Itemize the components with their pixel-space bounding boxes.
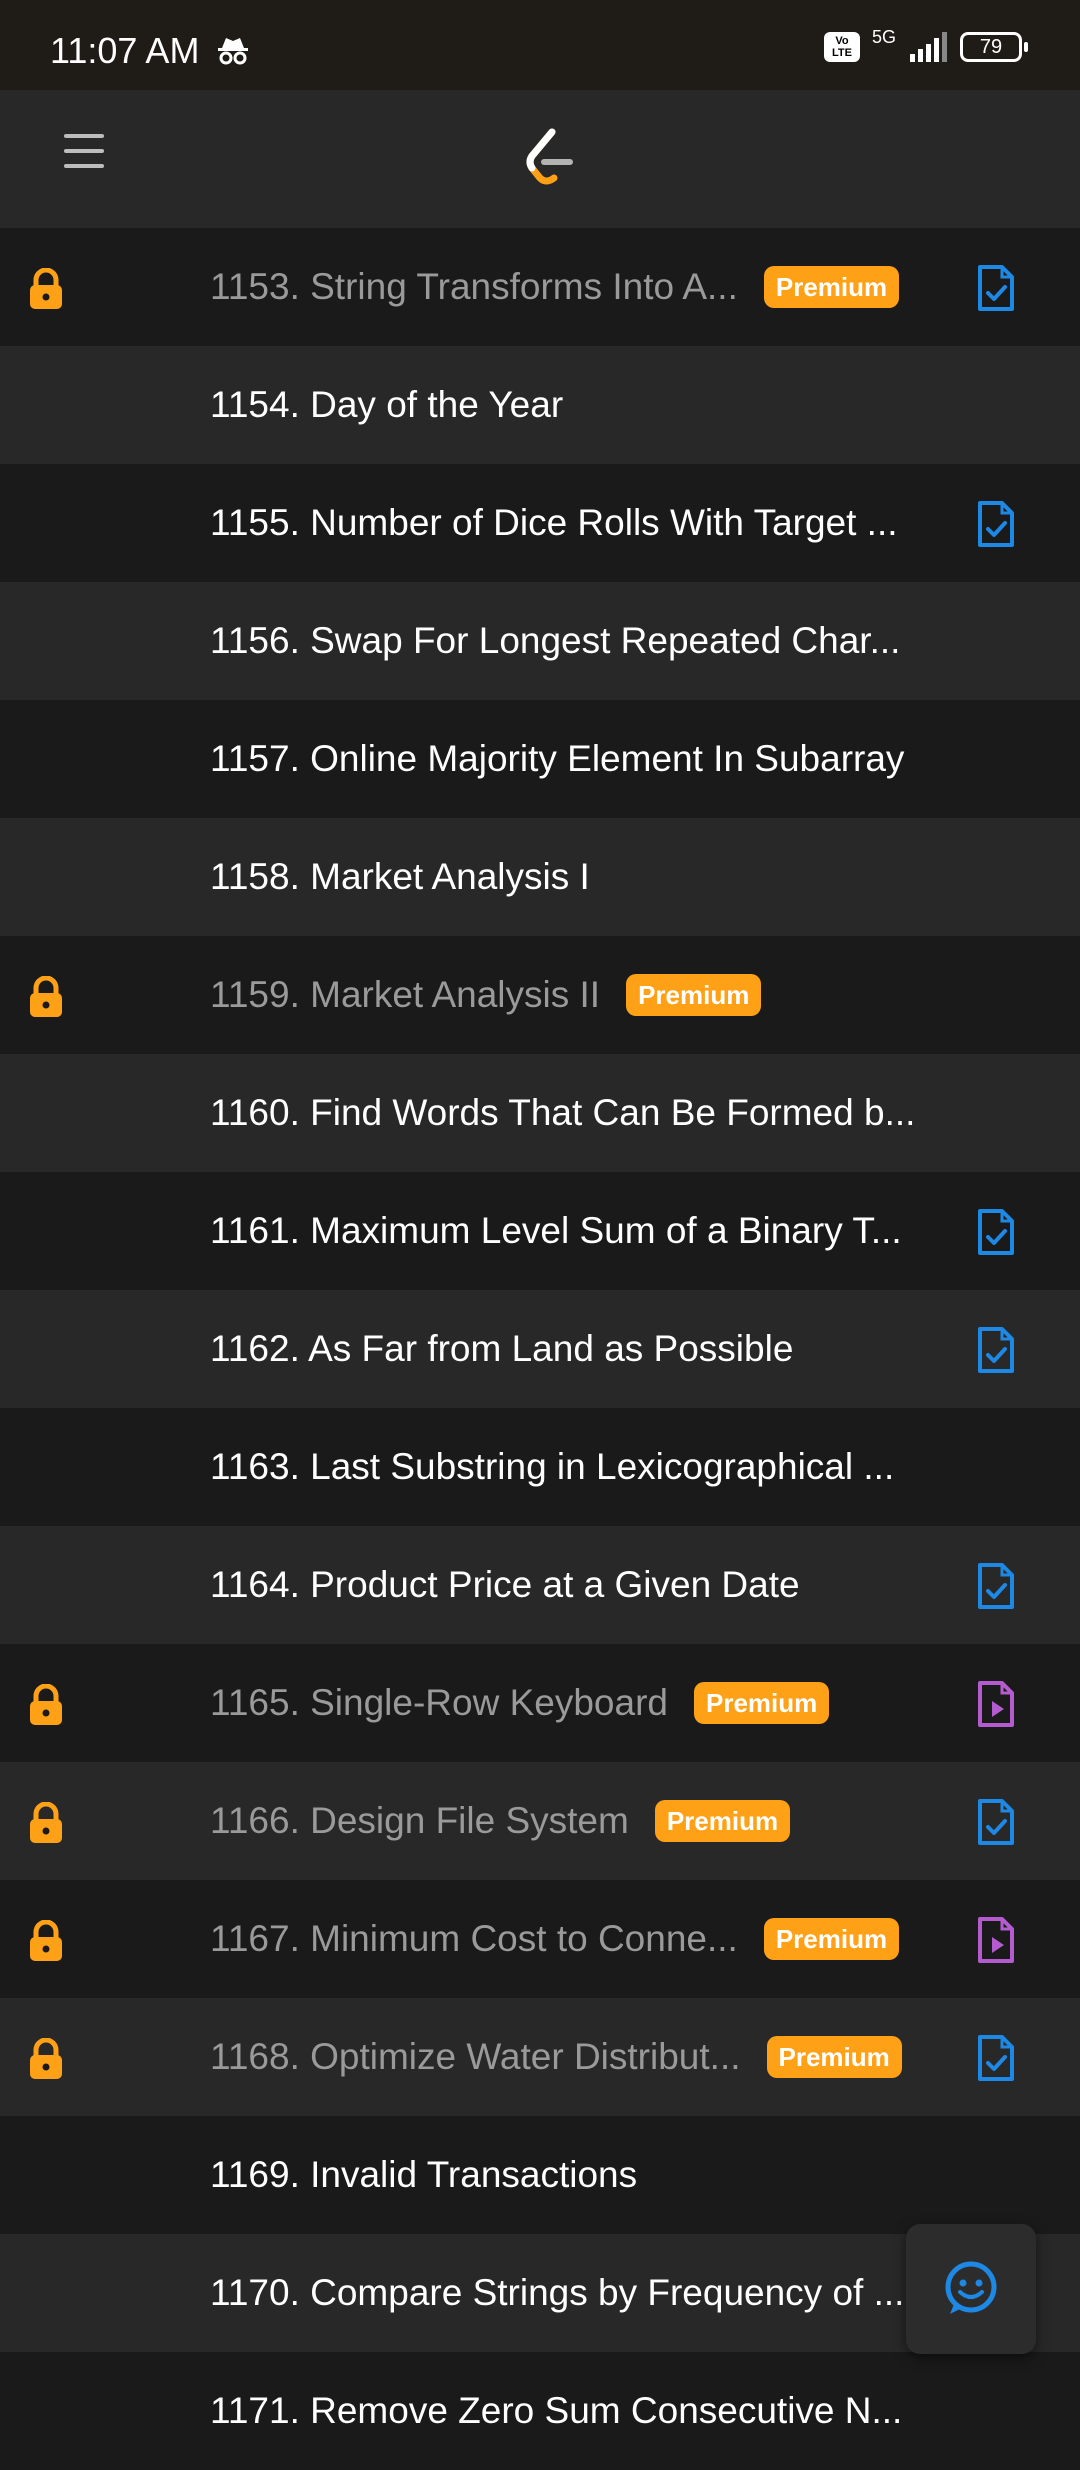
problem-row[interactable]: 1156. Swap For Longest Repeated Char... [0, 582, 1080, 700]
feedback-button[interactable] [906, 2224, 1036, 2354]
problem-row[interactable]: 1160. Find Words That Can Be Formed b... [0, 1054, 1080, 1172]
problem-title: 1154. Day of the Year [210, 384, 564, 425]
problem-title-container: 1154. Day of the Year [210, 346, 563, 464]
problem-title: 1167. Minimum Cost to Conne... [210, 1918, 738, 1959]
problem-row[interactable]: 1157. Online Majority Element In Subarra… [0, 700, 1080, 818]
problem-title: 1170. Compare Strings by Frequency of ..… [210, 2272, 905, 2313]
problem-title: 1168. Optimize Water Distribut... [210, 2036, 741, 2077]
status-bar: 11:07 AM Vo LTE 5G 79 [0, 0, 1080, 90]
problem-row[interactable]: 1171. Remove Zero Sum Consecutive N... [0, 2352, 1080, 2470]
problem-title: 1159. Market Analysis II [210, 974, 601, 1015]
app-bar [0, 90, 1080, 228]
problem-title-container: 1170. Compare Strings by Frequency of ..… [210, 2234, 904, 2352]
problem-title: 1161. Maximum Level Sum of a Binary T... [210, 1210, 902, 1251]
solution-doc-icon[interactable] [976, 2033, 1016, 2088]
problem-title-container: 1157. Online Majority Element In Subarra… [210, 700, 904, 818]
problem-title: 1162. As Far from Land as Possible [210, 1328, 794, 1369]
problem-title: 1158. Market Analysis I [210, 856, 590, 897]
problem-row[interactable]: 1159. Market Analysis II Premium [0, 936, 1080, 1054]
video-doc-icon[interactable] [976, 1915, 1016, 1970]
lock-icon [26, 1683, 66, 1731]
feedback-smiley-icon [945, 2261, 997, 2314]
problem-title: 1163. Last Substring in Lexicographical … [210, 1446, 895, 1487]
problem-row[interactable]: 1164. Product Price at a Given Date [0, 1526, 1080, 1644]
hamburger-menu-icon[interactable] [64, 134, 104, 174]
lock-icon [26, 1801, 66, 1849]
signal-icon [910, 32, 947, 62]
premium-badge: Premium [654, 1800, 791, 1842]
problem-title-container: 1169. Invalid Transactions [210, 2116, 637, 2234]
problem-row[interactable]: 1158. Market Analysis I [0, 818, 1080, 936]
video-doc-icon[interactable] [976, 1679, 1016, 1734]
problem-title: 1156. Swap For Longest Repeated Char... [210, 620, 901, 661]
problem-title: 1155. Number of Dice Rolls With Target .… [210, 502, 898, 543]
problem-title-container: 1168. Optimize Water Distribut... Premium [210, 1998, 902, 2116]
lock-icon [26, 267, 66, 315]
problem-title-container: 1156. Swap For Longest Repeated Char... [210, 582, 900, 700]
problem-title: 1169. Invalid Transactions [210, 2154, 638, 2195]
problem-title-container: 1153. String Transforms Into A... Premium [210, 228, 900, 346]
problem-list: 1153. String Transforms Into A... Premium… [0, 228, 1080, 2470]
solution-doc-icon[interactable] [976, 263, 1016, 318]
solution-doc-icon[interactable] [976, 1207, 1016, 1262]
problem-row[interactable]: 1167. Minimum Cost to Conne... Premium [0, 1880, 1080, 1998]
problem-title-container: 1158. Market Analysis I [210, 818, 590, 936]
problem-title-container: 1164. Product Price at a Given Date [210, 1526, 800, 1644]
problem-title: 1164. Product Price at a Given Date [210, 1564, 800, 1605]
problem-title: 1166. Design File System [210, 1800, 629, 1841]
problem-row[interactable]: 1169. Invalid Transactions [0, 2116, 1080, 2234]
problem-title-container: 1159. Market Analysis II Premium [210, 936, 762, 1054]
problem-title: 1157. Online Majority Element In Subarra… [210, 738, 905, 779]
problem-title-container: 1163. Last Substring in Lexicographical … [210, 1408, 894, 1526]
premium-badge: Premium [693, 1682, 830, 1724]
problem-title-container: 1171. Remove Zero Sum Consecutive N... [210, 2352, 902, 2470]
problem-title-container: 1160. Find Words That Can Be Formed b... [210, 1054, 915, 1172]
solution-doc-icon[interactable] [976, 499, 1016, 554]
lock-icon [26, 2037, 66, 2085]
solution-doc-icon[interactable] [976, 1325, 1016, 1380]
problem-row[interactable]: 1154. Day of the Year [0, 346, 1080, 464]
lock-icon [26, 975, 66, 1023]
problem-title-container: 1162. As Far from Land as Possible [210, 1290, 793, 1408]
problem-row[interactable]: 1155. Number of Dice Rolls With Target .… [0, 464, 1080, 582]
battery-indicator: 79 [960, 32, 1028, 62]
problem-title-container: 1165. Single-Row Keyboard Premium [210, 1644, 830, 1762]
problem-title-container: 1167. Minimum Cost to Conne... Premium [210, 1880, 900, 1998]
problem-row[interactable]: 1162. As Far from Land as Possible [0, 1290, 1080, 1408]
premium-badge: Premium [626, 974, 762, 1016]
problem-row[interactable]: 1166. Design File System Premium [0, 1762, 1080, 1880]
lock-icon [26, 1919, 66, 1967]
problem-title: 1160. Find Words That Can Be Formed b... [210, 1092, 916, 1133]
volte-icon: Vo LTE [823, 32, 860, 62]
problem-row[interactable]: 1163. Last Substring in Lexicographical … [0, 1408, 1080, 1526]
problem-title: 1171. Remove Zero Sum Consecutive N... [210, 2390, 903, 2431]
solution-doc-icon[interactable] [976, 1797, 1016, 1852]
incognito-icon [216, 36, 250, 71]
problem-row[interactable]: 1165. Single-Row Keyboard Premium [0, 1644, 1080, 1762]
premium-badge: Premium [766, 2036, 902, 2078]
problem-row[interactable]: 1153. String Transforms Into A... Premium [0, 228, 1080, 346]
status-time: 11:07 AM [50, 30, 200, 71]
status-indicators: Vo LTE 5G 79 [823, 27, 1028, 62]
problem-title-container: 1161. Maximum Level Sum of a Binary T... [210, 1172, 902, 1290]
premium-badge: Premium [763, 266, 900, 308]
premium-badge: Premium [763, 1918, 900, 1960]
network-type: 5G [871, 26, 896, 47]
problem-row[interactable]: 1161. Maximum Level Sum of a Binary T... [0, 1172, 1080, 1290]
leetcode-logo-icon[interactable] [518, 126, 576, 195]
problem-title: 1153. String Transforms Into A... [210, 266, 738, 307]
solution-doc-icon[interactable] [976, 1561, 1016, 1616]
problem-title-container: 1166. Design File System Premium [210, 1762, 791, 1880]
problem-title: 1165. Single-Row Keyboard [210, 1682, 668, 1723]
problem-title-container: 1155. Number of Dice Rolls With Target .… [210, 464, 898, 582]
problem-row[interactable]: 1168. Optimize Water Distribut... Premium [0, 1998, 1080, 2116]
